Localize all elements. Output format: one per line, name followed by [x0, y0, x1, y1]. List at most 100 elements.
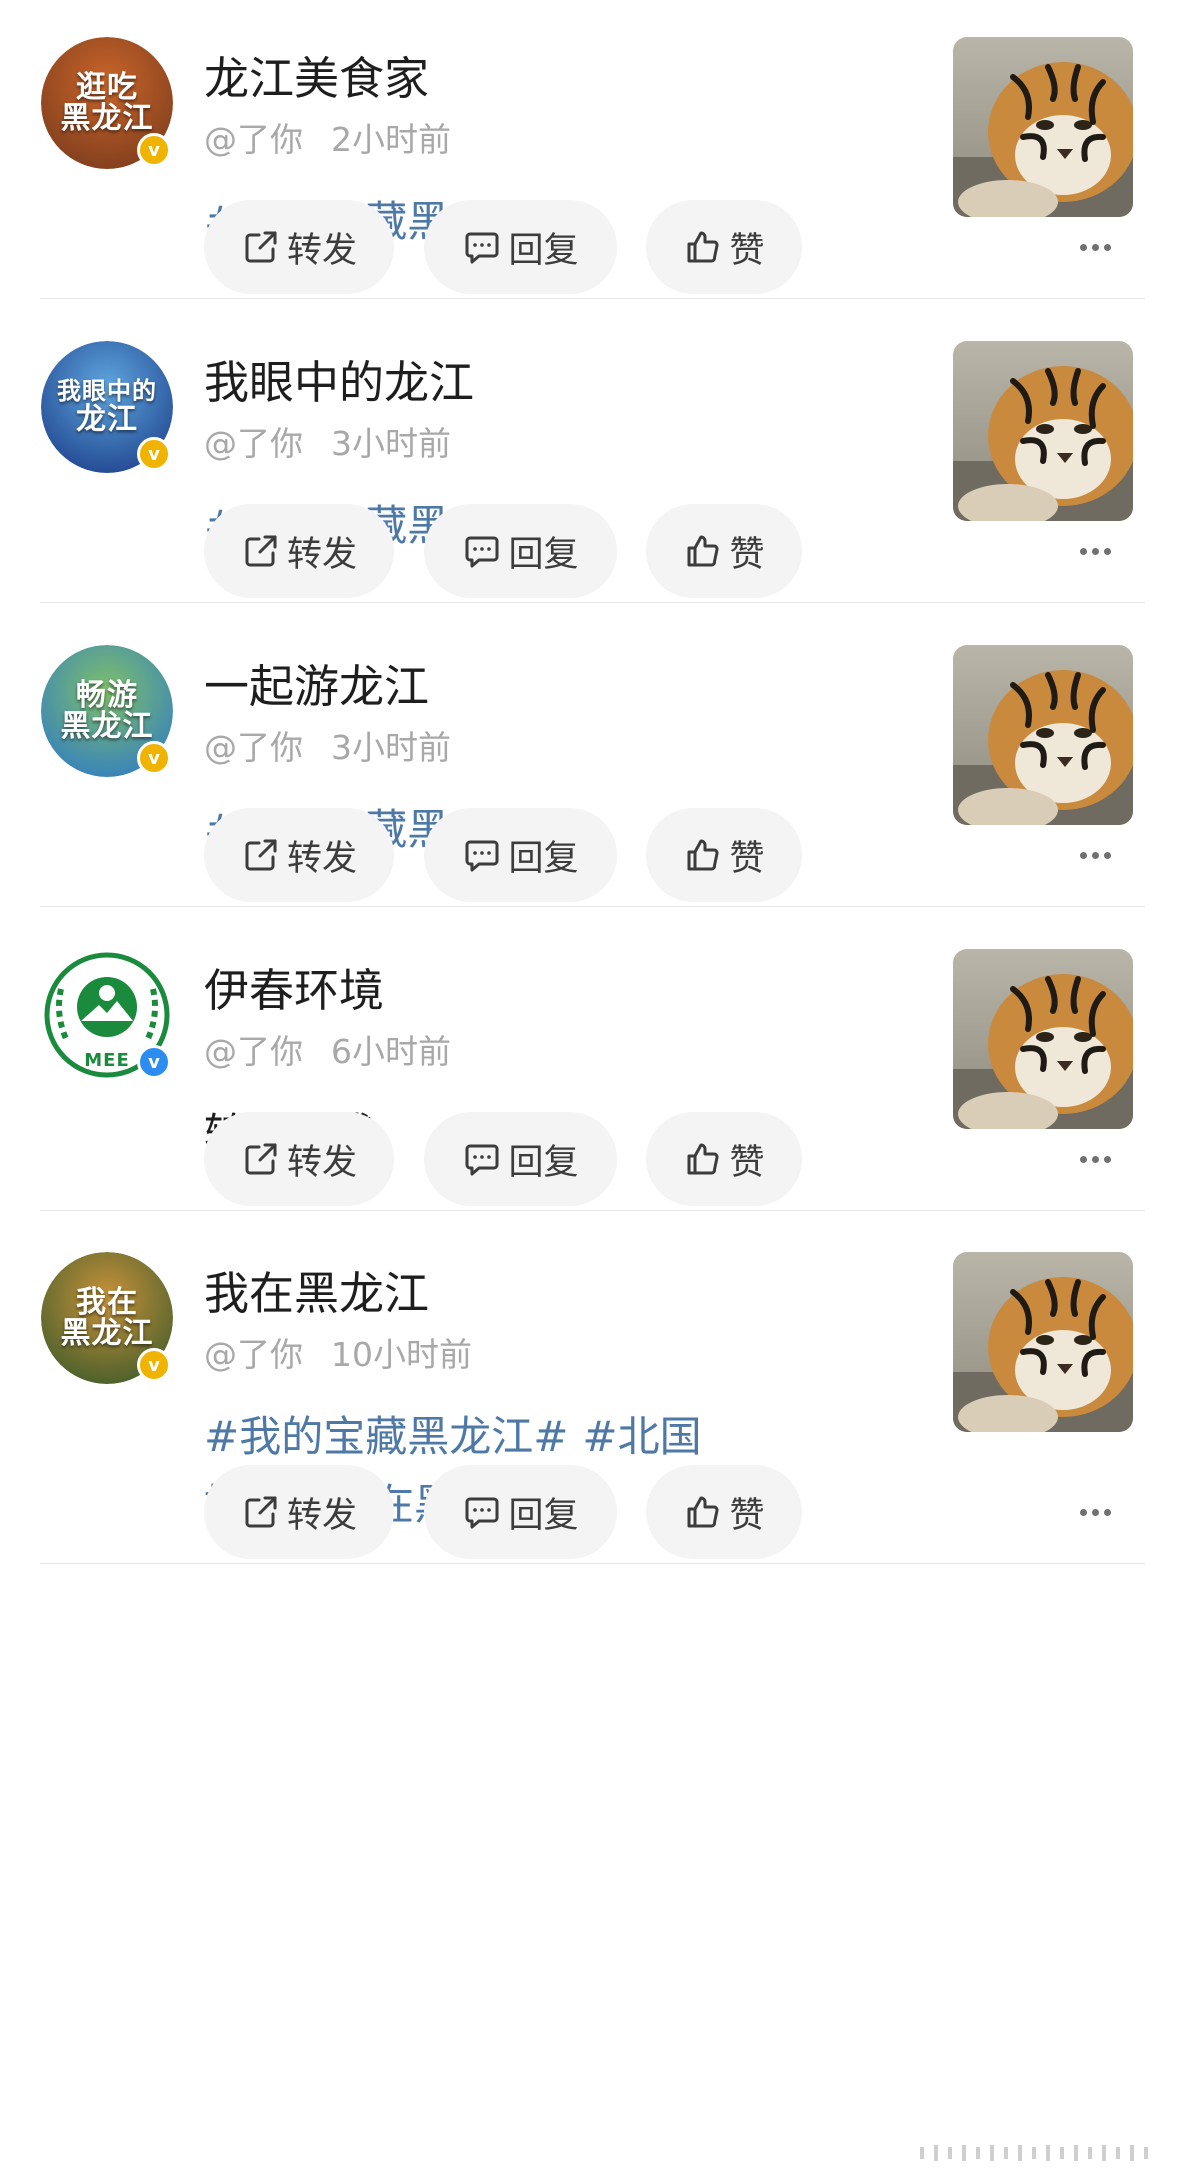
mention-handle[interactable]: @了你 — [204, 1032, 303, 1071]
repost-button-label: 转发 — [286, 534, 357, 575]
verified-badge-icon: v — [137, 741, 171, 775]
avatar-label: 逛吃 — [76, 69, 138, 105]
post-thumbnail-tiger[interactable] — [953, 341, 1133, 521]
share-arrow-icon — [241, 227, 281, 267]
post-divider — [40, 298, 1145, 299]
reply-button-label: 回复 — [508, 1495, 579, 1536]
avatar-label: 我在 — [76, 1284, 138, 1320]
account-name[interactable]: 我在黑龙江 — [204, 1257, 429, 1322]
reply-button[interactable]: 回复 — [424, 504, 617, 598]
post-thumbnail-tiger[interactable] — [953, 1252, 1133, 1432]
thumbs-up-icon — [683, 1139, 723, 1179]
like-button-label: 赞 — [729, 1495, 765, 1536]
reply-button-label: 回复 — [508, 838, 579, 879]
like-button[interactable]: 赞 — [646, 1465, 802, 1559]
comment-bubble-icon — [462, 227, 502, 267]
verified-badge-icon: v — [137, 437, 171, 471]
repost-button-label: 转发 — [286, 230, 357, 271]
account-name[interactable]: 伊春环境 — [204, 954, 384, 1019]
verified-badge-icon: v — [137, 133, 171, 167]
like-button-label: 赞 — [729, 534, 765, 575]
repost-button-label: 转发 — [286, 838, 357, 879]
avatar-label: 龙江 — [76, 401, 138, 437]
home-indicator — [920, 2145, 1148, 2161]
post-meta: @了你 3小时前 — [204, 721, 451, 769]
avatar[interactable]: MEE v — [41, 949, 173, 1081]
account-name[interactable]: 一起游龙江 — [204, 650, 429, 715]
reply-button[interactable]: 回复 — [424, 1465, 617, 1559]
more-options-icon[interactable] — [1070, 504, 1120, 598]
post-timestamp: 2小时前 — [331, 120, 451, 159]
like-button[interactable]: 赞 — [646, 504, 802, 598]
mention-handle[interactable]: @了你 — [204, 728, 303, 767]
post-meta: @了你 6小时前 — [204, 1025, 451, 1073]
like-button-label: 赞 — [729, 838, 765, 879]
repost-button[interactable]: 转发 — [204, 1112, 394, 1206]
avatar[interactable]: 逛吃 黑龙江 v — [41, 37, 173, 169]
like-button-label: 赞 — [729, 1142, 765, 1183]
repost-button-label: 转发 — [286, 1495, 357, 1536]
post-timestamp: 10小时前 — [331, 1335, 472, 1374]
hashtag-link[interactable]: #我的宝藏黑龙江# — [204, 1412, 568, 1461]
share-arrow-icon — [241, 835, 281, 875]
reply-button[interactable]: 回复 — [424, 808, 617, 902]
avatar-label: 黑龙江 — [60, 709, 154, 744]
post-thumbnail-tiger[interactable] — [953, 37, 1133, 217]
avatar-label: 畅游 — [76, 677, 138, 713]
avatar[interactable]: 我在 黑龙江 v — [41, 1252, 173, 1384]
post-timestamp: 3小时前 — [331, 728, 451, 767]
account-name[interactable]: 龙江美食家 — [204, 42, 429, 107]
avatar-label: 黑龙江 — [60, 101, 154, 136]
post-thumbnail-tiger[interactable] — [953, 645, 1133, 825]
like-button[interactable]: 赞 — [646, 1112, 802, 1206]
reply-button-label: 回复 — [508, 534, 579, 575]
repost-button[interactable]: 转发 — [204, 200, 394, 294]
share-arrow-icon — [241, 1139, 281, 1179]
post-meta: @了你 10小时前 — [204, 1328, 472, 1376]
post-timestamp: 6小时前 — [331, 1032, 451, 1071]
post-meta: @了你 2小时前 — [204, 113, 451, 161]
more-options-icon[interactable] — [1070, 1465, 1120, 1559]
comment-bubble-icon — [462, 835, 502, 875]
verified-badge-icon: v — [137, 1045, 171, 1079]
post-divider — [40, 1210, 1145, 1211]
avatar[interactable]: 畅游 黑龙江 v — [41, 645, 173, 777]
reply-button-label: 回复 — [508, 1142, 579, 1183]
post-meta: @了你 3小时前 — [204, 417, 451, 465]
account-name[interactable]: 我眼中的龙江 — [204, 346, 474, 411]
share-arrow-icon — [241, 1492, 281, 1532]
verified-badge-icon: v — [137, 1348, 171, 1382]
avatar-label: 黑龙江 — [60, 1316, 154, 1351]
like-button-label: 赞 — [729, 230, 765, 271]
post-divider — [40, 602, 1145, 603]
comment-bubble-icon — [462, 531, 502, 571]
repost-button[interactable]: 转发 — [204, 1465, 394, 1559]
reply-button[interactable]: 回复 — [424, 1112, 617, 1206]
repost-button-label: 转发 — [286, 1142, 357, 1183]
reply-button[interactable]: 回复 — [424, 200, 617, 294]
repost-button[interactable]: 转发 — [204, 808, 394, 902]
more-options-icon[interactable] — [1070, 808, 1120, 902]
mention-handle[interactable]: @了你 — [204, 120, 303, 159]
reply-button-label: 回复 — [508, 230, 579, 271]
thumbs-up-icon — [683, 227, 723, 267]
comment-bubble-icon — [462, 1139, 502, 1179]
post-divider — [40, 906, 1145, 907]
mention-handle[interactable]: @了你 — [204, 1335, 303, 1374]
thumbs-up-icon — [683, 835, 723, 875]
avatar-label: 我眼中的 — [57, 376, 157, 405]
comment-bubble-icon — [462, 1492, 502, 1532]
thumbs-up-icon — [683, 1492, 723, 1532]
thumbs-up-icon — [683, 531, 723, 571]
post-divider — [40, 1563, 1145, 1564]
more-options-icon[interactable] — [1070, 200, 1120, 294]
like-button[interactable]: 赞 — [646, 808, 802, 902]
share-arrow-icon — [241, 531, 281, 571]
repost-button[interactable]: 转发 — [204, 504, 394, 598]
post-thumbnail-tiger[interactable] — [953, 949, 1133, 1129]
avatar-logo-text: MEE — [84, 1050, 130, 1072]
mention-handle[interactable]: @了你 — [204, 424, 303, 463]
avatar[interactable]: 我眼中的 龙江 v — [41, 341, 173, 473]
like-button[interactable]: 赞 — [646, 200, 802, 294]
more-options-icon[interactable] — [1070, 1112, 1120, 1206]
